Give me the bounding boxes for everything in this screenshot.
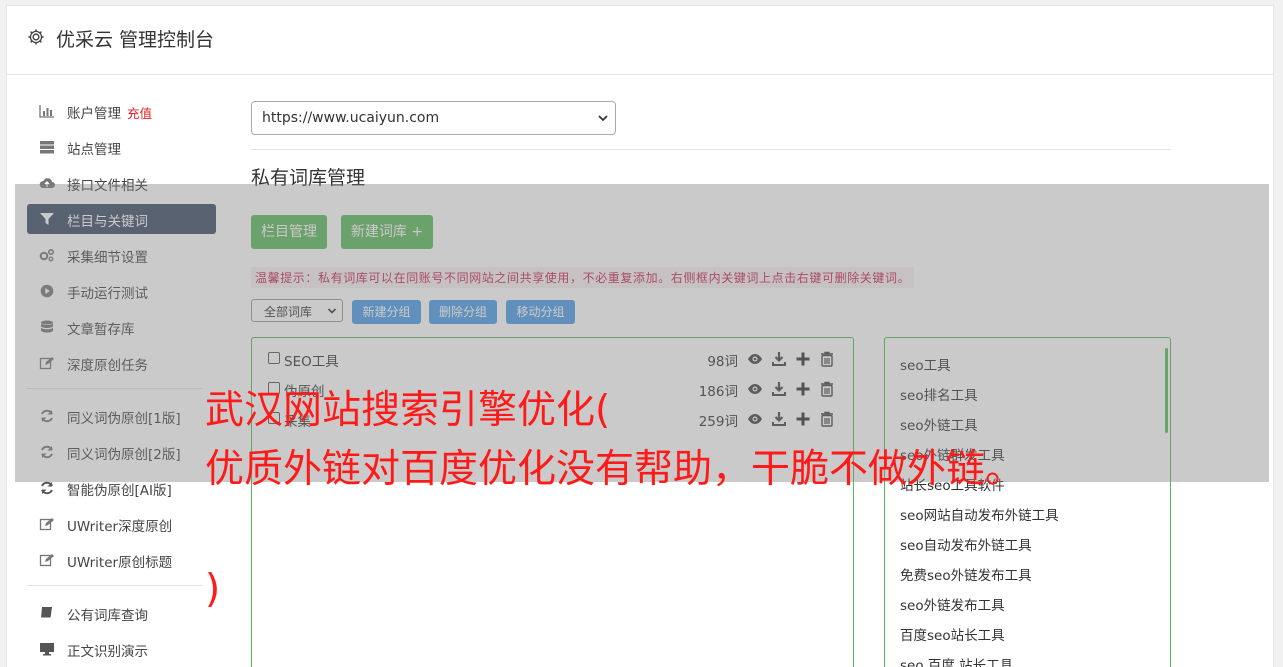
- keyword-item[interactable]: 百度seo站长工具: [900, 624, 1005, 644]
- sidebar-item-uwriter-title[interactable]: UWriter原创标题: [27, 545, 216, 575]
- keyword-item[interactable]: seo 百度 站长工具: [900, 654, 1013, 667]
- sidebar-item-label: 账户管理: [67, 106, 121, 122]
- sidebar-item-text-recognition[interactable]: 正文识别演示: [27, 634, 216, 664]
- gear-icon: [28, 29, 44, 45]
- gray-overlay: [15, 184, 1269, 482]
- sidebar-item-label: UWriter原创标题: [67, 555, 173, 571]
- site-select-value: https://www.ucaiyun.com: [262, 110, 440, 126]
- overlay-headline-line1: 武汉网站搜索引擎优化(: [205, 388, 611, 433]
- edit-icon: [39, 518, 54, 531]
- overlay-headline-line2: 优质外链对百度优化没有帮助，干脆不做外链。: [205, 447, 1025, 492]
- keyword-item[interactable]: seo自动发布外链工具: [900, 534, 1032, 554]
- monitor-icon: [40, 643, 54, 656]
- sidebar-item-account[interactable]: 账户管理 充值: [27, 96, 216, 126]
- page-header: 优采云 管理控制台: [7, 6, 1273, 75]
- site-select[interactable]: https://www.ucaiyun.com: [251, 101, 616, 135]
- keyword-item[interactable]: 免费seo外链发布工具: [900, 564, 1032, 584]
- sidebar-item-label: 正文识别演示: [67, 644, 148, 660]
- sidebar-item-label: UWriter深度原创: [67, 519, 173, 535]
- chevron-down-icon: [598, 115, 608, 122]
- edit-icon: [39, 554, 54, 567]
- book-icon: [41, 607, 52, 619]
- sidebar-item-label: 站点管理: [67, 142, 121, 158]
- overlay-headline-line3: ): [205, 567, 221, 612]
- recharge-link[interactable]: 充值: [127, 106, 152, 121]
- sidebar-item-public-lexicon[interactable]: 公有词库查询: [27, 598, 216, 628]
- sidebar-item-label: 公有词库查询: [67, 608, 148, 624]
- sidebar-divider: [27, 585, 202, 586]
- keyword-item[interactable]: seo外链发布工具: [900, 594, 1005, 614]
- bar-chart-icon: [39, 105, 54, 118]
- sidebar-item-label: 智能伪原创[AI版]: [67, 483, 172, 499]
- refresh-icon: [41, 481, 53, 495]
- page-title: 优采云 管理控制台: [56, 29, 215, 51]
- divider: [251, 149, 1171, 150]
- sidebar-item-uwriter-deep[interactable]: UWriter深度原创: [27, 509, 216, 539]
- server-icon: [40, 141, 54, 154]
- sidebar-item-sites[interactable]: 站点管理: [27, 132, 216, 162]
- keyword-item[interactable]: seo网站自动发布外链工具: [900, 504, 1059, 524]
